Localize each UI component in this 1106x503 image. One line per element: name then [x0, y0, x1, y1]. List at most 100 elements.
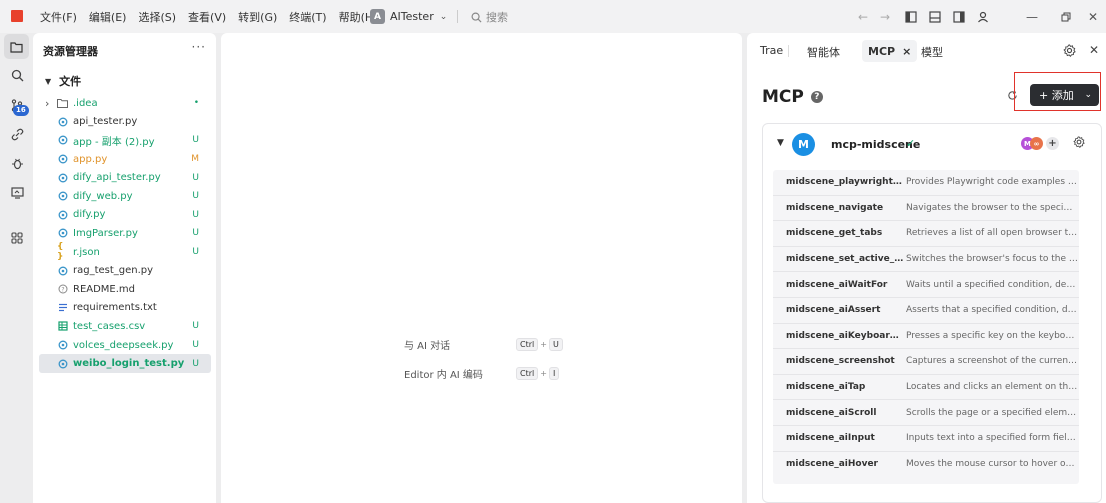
more-actions-icon[interactable]: ···: [192, 40, 206, 54]
text-file-icon: [57, 302, 68, 313]
tool-row[interactable]: midscene_aiScroll Scrolls the page or a s…: [773, 400, 1079, 426]
file-name: dify_api_tester.py: [73, 172, 161, 184]
add-agent-icon[interactable]: +: [1046, 137, 1059, 150]
ai-side-panel: Trae 智能体 MCP × 模型 ✕ MCP ? + 添加 ⌄ ▼ M mcp…: [747, 33, 1106, 503]
tool-row[interactable]: midscene_playwright_exa...Provides Playw…: [773, 170, 1079, 196]
menu-selection[interactable]: 选择(S): [138, 9, 176, 25]
server-header[interactable]: ▼ M mcp-midscene ✓ M ∞ +: [763, 124, 1103, 164]
file-item[interactable]: ? README.md: [39, 280, 211, 299]
source-control-badge: 16: [13, 105, 29, 116]
tool-row[interactable]: midscene_aiAssert Asserts that a specifie…: [773, 298, 1079, 324]
file-name: requirements.txt: [73, 302, 157, 314]
close-window-icon[interactable]: ✕: [1085, 9, 1101, 25]
tool-row[interactable]: midscene_aiWaitFor Waits until a specifie…: [773, 272, 1079, 298]
preview-icon[interactable]: [8, 184, 26, 202]
tool-description: Captures a screenshot of the currently a…: [906, 356, 1078, 367]
tool-row[interactable]: midscene_get_tabs Retrieves a list of all…: [773, 221, 1079, 247]
file-item[interactable]: dify_api_tester.py U: [39, 168, 211, 187]
git-status-badge: U: [192, 358, 199, 369]
menu-terminal[interactable]: 终端(T): [289, 9, 326, 25]
file-item[interactable]: weibo_login_test.py U: [39, 354, 211, 373]
search-icon[interactable]: [8, 66, 26, 84]
debug-icon[interactable]: [8, 154, 26, 172]
shortcut-inline-ai: Editor 内 AI 编码 Ctrl + I: [404, 366, 560, 381]
file-item[interactable]: app - 副本 (2).py U: [39, 131, 211, 150]
tool-description: Moves the mouse cursor to hover over a..…: [906, 459, 1078, 470]
file-tree: › .idea • api_tester.py app - 副本 (2).py Uapp.…: [39, 94, 211, 373]
python-file-icon: [57, 135, 68, 146]
tool-row[interactable]: midscene_aiInput Inputs text into a speci…: [773, 426, 1079, 452]
tool-row[interactable]: midscene_navigate Navigates the browser t…: [773, 196, 1079, 222]
explorer-icon[interactable]: [4, 34, 29, 59]
python-file-icon: [57, 172, 68, 183]
file-item[interactable]: { } r.json U: [39, 242, 211, 262]
tool-row[interactable]: midscene_set_active_tab Switches the brow…: [773, 247, 1079, 273]
tool-row[interactable]: midscene_aiTap Locates and clicks an elem…: [773, 375, 1079, 401]
file-item[interactable]: test_cases.csv U: [39, 317, 211, 336]
forward-arrow-icon[interactable]: →: [877, 9, 893, 25]
file-name: test_cases.csv: [73, 320, 146, 332]
file-item[interactable]: ImgParser.py U: [39, 224, 211, 243]
file-item[interactable]: volces_deepseek.py U: [39, 336, 211, 355]
close-icon[interactable]: ×: [902, 45, 911, 58]
tool-row[interactable]: midscene_aiKeyboardPressPresses a specif…: [773, 324, 1079, 350]
toggle-panel-icon[interactable]: [927, 9, 943, 25]
markdown-file-icon: ?: [57, 284, 68, 295]
menu-bar: 文件(F) 编辑(E) 选择(S) 查看(V) 转到(G) 终端(T) 帮助(H…: [40, 0, 389, 33]
remote-link-icon[interactable]: [8, 125, 26, 143]
shortcut-label: 与 AI 对话: [404, 341, 451, 352]
tool-row[interactable]: midscene_screenshot Captures a screenshot…: [773, 349, 1079, 375]
file-item[interactable]: dify_web.py U: [39, 187, 211, 206]
tab-mcp[interactable]: MCP ×: [862, 40, 918, 62]
help-icon[interactable]: ?: [810, 91, 823, 103]
explorer-title: 资源管理器: [43, 45, 98, 58]
menu-go[interactable]: 转到(G): [238, 9, 277, 25]
agent-avatar-icon: ∞: [1030, 137, 1043, 150]
tab-agents[interactable]: 智能体: [807, 44, 840, 60]
tool-name: midscene_aiScroll: [786, 407, 877, 418]
tab-trae[interactable]: Trae: [760, 44, 783, 57]
file-item[interactable]: dify.py U: [39, 206, 211, 225]
file-name: app - 副本 (2).py: [73, 136, 155, 148]
toggle-aux-sidebar-icon[interactable]: [951, 9, 967, 25]
server-avatar: M: [792, 133, 815, 156]
mcp-server-card: ▼ M mcp-midscene ✓ M ∞ + midscene_playwr…: [762, 123, 1102, 503]
tab-models[interactable]: 模型: [921, 44, 943, 60]
minimize-icon[interactable]: —: [1024, 9, 1040, 25]
menu-file[interactable]: 文件(F): [40, 9, 77, 25]
back-arrow-icon[interactable]: ←: [855, 9, 871, 25]
file-item[interactable]: › .idea •: [39, 94, 211, 113]
server-settings-icon[interactable]: [1073, 136, 1085, 151]
file-item[interactable]: app.py M: [39, 150, 211, 169]
agent-pills[interactable]: M ∞ +: [1021, 137, 1059, 150]
folder-header[interactable]: ▼ 文件: [45, 73, 81, 89]
toggle-sidebar-icon[interactable]: [903, 9, 919, 25]
git-status-badge: U: [192, 209, 199, 220]
tool-name: midscene_aiHover: [786, 459, 878, 470]
workspace-name: AITester: [390, 10, 434, 23]
tool-name: midscene_set_active_tab: [786, 254, 904, 265]
workspace-switcher[interactable]: A AITester ⌄: [370, 8, 447, 25]
chevron-down-icon[interactable]: ▼: [777, 138, 784, 148]
file-name: volces_deepseek.py: [73, 339, 174, 351]
file-name: dify_web.py: [73, 190, 133, 202]
git-status-badge: U: [192, 228, 199, 239]
file-name: dify.py: [73, 209, 106, 221]
close-panel-icon[interactable]: ✕: [1089, 43, 1099, 57]
file-item[interactable]: api_tester.py: [39, 113, 211, 132]
apps-icon[interactable]: [8, 229, 26, 247]
shortcut-label: Editor 内 AI 编码: [404, 370, 483, 381]
chevron-right-icon[interactable]: ›: [45, 97, 57, 110]
settings-gear-icon[interactable]: [1063, 44, 1076, 60]
tool-description: Switches the browser's focus to the tab …: [906, 254, 1078, 265]
account-icon[interactable]: [975, 9, 991, 25]
file-item[interactable]: requirements.txt: [39, 299, 211, 318]
search-input[interactable]: 搜索: [471, 9, 508, 25]
menu-view[interactable]: 查看(V): [188, 9, 226, 25]
restore-icon[interactable]: [1058, 9, 1074, 25]
menu-edit[interactable]: 编辑(E): [89, 9, 127, 25]
tool-description: Locates and clicks an element on the cur…: [906, 382, 1078, 393]
search-placeholder: 搜索: [486, 11, 508, 24]
tool-row[interactable]: midscene_aiHover Moves the mouse cursor t…: [773, 452, 1079, 478]
file-item[interactable]: rag_test_gen.py: [39, 261, 211, 280]
